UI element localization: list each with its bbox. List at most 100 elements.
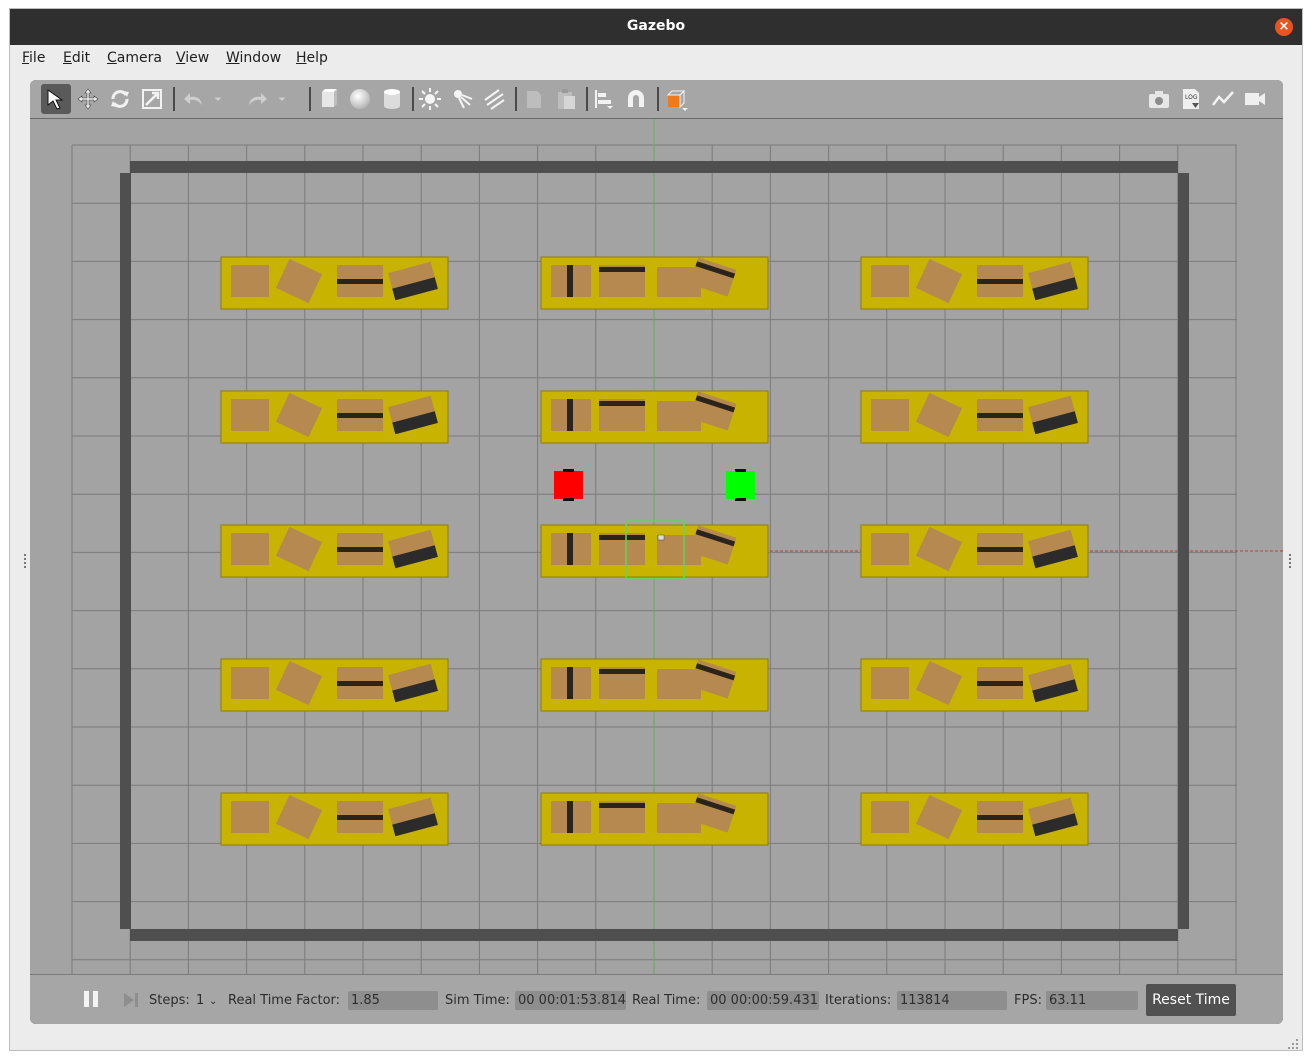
video-record-icon[interactable]	[1240, 84, 1270, 114]
shelf	[220, 524, 449, 578]
menu-window[interactable]: Window	[226, 50, 281, 66]
log-icon[interactable]: LOG	[1176, 84, 1206, 114]
close-button[interactable]: ×	[1275, 18, 1293, 36]
undo-history-icon[interactable]	[210, 84, 226, 114]
box-tape	[977, 681, 1023, 686]
box-tape	[337, 815, 383, 820]
toolbar-separator	[309, 87, 311, 111]
steps-label: Steps:	[149, 993, 190, 1008]
box	[231, 265, 269, 297]
wall-right	[1178, 173, 1189, 929]
real-time-label: Real Time:	[632, 993, 701, 1008]
sim-time-label: Sim Time:	[445, 993, 510, 1008]
sphere-shape-icon[interactable]	[345, 84, 375, 114]
steps-dropdown-icon[interactable]: ⌄	[209, 996, 217, 1007]
plot-icon[interactable]	[1208, 84, 1238, 114]
align-icon[interactable]	[589, 84, 619, 114]
right-panel-handle[interactable]	[1288, 552, 1292, 572]
box-tape	[599, 535, 645, 540]
resize-grip-icon[interactable]	[1287, 1035, 1299, 1049]
menu-bar: File Edit Camera View Window Help	[10, 45, 1302, 73]
box-tape	[977, 547, 1023, 552]
scene-canvas[interactable]	[30, 119, 1283, 974]
menu-edit[interactable]: Edit	[63, 50, 90, 66]
pause-icon	[84, 991, 98, 1007]
redo-history-icon[interactable]	[274, 84, 290, 114]
robot-body	[726, 471, 755, 499]
wall-left	[120, 173, 131, 929]
box-tape	[567, 533, 573, 565]
paste-icon[interactable]	[551, 84, 581, 114]
box	[871, 399, 909, 431]
box	[871, 533, 909, 565]
translate-mode-icon[interactable]	[73, 84, 103, 114]
cylinder-shape-icon[interactable]	[377, 84, 407, 114]
box-tape	[567, 667, 573, 699]
time-panel: Steps: 1 ⌄ Real Time Factor: 1.85 Sim Ti…	[30, 974, 1283, 1024]
3d-viewport[interactable]	[30, 119, 1283, 974]
selection-marker	[657, 534, 665, 541]
box-tape	[977, 815, 1023, 820]
fps-label: FPS:	[1014, 993, 1042, 1008]
box-tape	[599, 669, 645, 674]
toolbar-separator	[412, 87, 414, 111]
menu-help[interactable]: Help	[296, 50, 328, 66]
box-tape	[599, 803, 645, 808]
screenshot-icon[interactable]	[1144, 84, 1174, 114]
scale-mode-icon[interactable]	[137, 84, 167, 114]
undo-icon[interactable]	[179, 84, 209, 114]
real-time-field: 00 00:00:59.431	[707, 991, 819, 1010]
box	[871, 265, 909, 297]
redo-icon[interactable]	[242, 84, 272, 114]
menu-file[interactable]: File	[22, 50, 45, 66]
box-tape	[567, 399, 573, 431]
wall-top	[130, 161, 1178, 173]
directional-light-icon[interactable]	[479, 84, 509, 114]
spot-light-icon[interactable]	[447, 84, 477, 114]
snap-icon[interactable]	[621, 84, 651, 114]
toolbar: LOG	[30, 80, 1283, 119]
shelf	[860, 524, 1089, 578]
box-tape	[567, 801, 573, 833]
step-button[interactable]	[122, 991, 140, 1009]
shelf	[860, 256, 1089, 310]
box	[231, 399, 269, 431]
shelf	[860, 390, 1089, 444]
view-angle-icon[interactable]	[661, 84, 691, 114]
title-bar[interactable]: Gazebo ×	[10, 9, 1302, 45]
robot-wheel	[735, 498, 746, 501]
sim-time-field: 00 00:01:53.814	[515, 991, 626, 1010]
box	[871, 667, 909, 699]
shelf	[540, 256, 769, 310]
toolbar-separator	[173, 87, 175, 111]
select-mode-icon[interactable]	[41, 84, 71, 114]
steps-value[interactable]: 1	[196, 993, 204, 1008]
box-tape	[337, 681, 383, 686]
box-tape	[599, 267, 645, 272]
menu-view[interactable]: View	[176, 50, 209, 66]
box-tape	[599, 401, 645, 406]
box-tape	[977, 413, 1023, 418]
shelf	[540, 792, 769, 846]
point-light-icon[interactable]	[415, 84, 445, 114]
shelf	[540, 524, 769, 578]
copy-icon[interactable]	[519, 84, 549, 114]
shelf	[860, 792, 1089, 846]
rotate-mode-icon[interactable]	[105, 84, 135, 114]
box-shape-icon[interactable]	[313, 84, 343, 114]
step-icon	[124, 993, 138, 1007]
shelf	[220, 792, 449, 846]
menu-camera[interactable]: Camera	[107, 50, 162, 66]
shelf	[220, 658, 449, 712]
box-tape	[337, 547, 383, 552]
left-panel-handle[interactable]	[23, 552, 27, 572]
toolbar-separator	[586, 87, 588, 111]
shelf	[220, 256, 449, 310]
shelf	[540, 658, 769, 712]
pause-button[interactable]	[82, 989, 100, 1009]
shelf	[860, 658, 1089, 712]
green-robot	[726, 469, 755, 501]
reset-time-button[interactable]: Reset Time	[1146, 984, 1236, 1016]
robot-wheel	[563, 469, 574, 472]
rtf-field: 1.85	[348, 991, 438, 1010]
